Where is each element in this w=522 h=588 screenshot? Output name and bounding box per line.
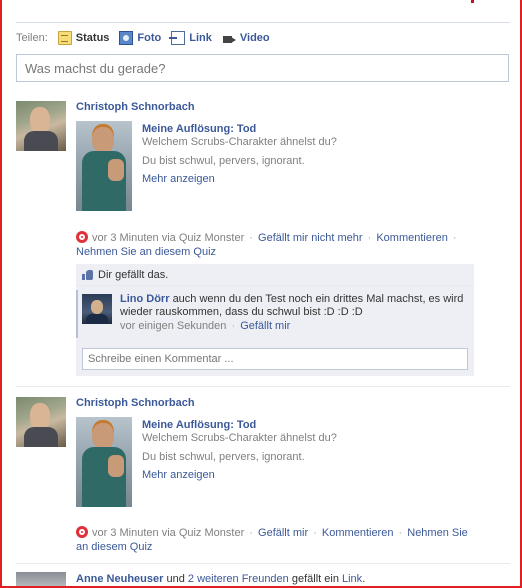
story-time: vor 3 Minuten via Quiz Monster [92, 232, 245, 244]
story-author[interactable]: Christoph Schnorbach [76, 101, 195, 113]
comment-time: vor einigen Sekunden [120, 320, 227, 332]
share-link-label: Link [189, 32, 212, 44]
comment-area: Dir gefällt das. Lino Dörr auch wenn du … [76, 264, 474, 376]
thumbs-up-icon [82, 269, 93, 280]
photo-icon [119, 31, 134, 45]
show-more-link[interactable]: Mehr anzeigen [142, 173, 215, 185]
quiz-monster-icon [76, 526, 88, 538]
attachment-subtitle: Welchem Scrubs-Charakter ähnelst du? [142, 136, 337, 148]
comment-link[interactable]: Kommentieren [322, 527, 394, 539]
story-author[interactable]: Christoph Schnorbach [76, 397, 195, 409]
feed-story: Christoph Schnorbach Meine Auflösung: To… [16, 101, 510, 376]
story-attachment: Meine Auflösung: Tod Welchem Scrubs-Char… [76, 121, 496, 216]
share-bar: Teilen: Status Foto Link Video [16, 30, 280, 46]
story-time: vor 3 Minuten via Quiz Monster [92, 527, 245, 539]
story-author[interactable]: Anne Neuheuser [76, 573, 163, 585]
like-summary-text: Dir gefällt das. [98, 268, 169, 281]
attachment-description: Du bist schwul, pervers, ignorant. [142, 155, 305, 167]
top-divider [16, 22, 510, 23]
story-attachment: Meine Auflösung: Tod Welchem Scrubs-Char… [76, 417, 496, 512]
take-quiz-link[interactable]: Nehmen Sie an diesem Quiz [76, 246, 216, 258]
share-label: Teilen: [16, 32, 48, 44]
red-corner-mark [471, 0, 474, 3]
like-summary: Dir gefällt das. [76, 264, 474, 286]
comment-author[interactable]: Lino Dörr [120, 293, 170, 305]
story-divider [16, 386, 510, 387]
like-link[interactable]: Gefällt mir [258, 527, 308, 539]
attachment-title[interactable]: Meine Auflösung: Tod [142, 419, 256, 431]
avatar[interactable] [16, 397, 66, 447]
attachment-image[interactable] [76, 121, 132, 211]
shared-link[interactable]: Link [342, 573, 362, 585]
share-photo-tab[interactable]: Foto [119, 31, 161, 45]
share-status-label: Status [75, 32, 110, 44]
headline-punctuation: . [362, 573, 366, 585]
share-video-tab[interactable]: Video [222, 31, 270, 45]
avatar[interactable] [16, 101, 66, 151]
attachment-subtitle: Welchem Scrubs-Charakter ähnelst du? [142, 432, 337, 444]
quiz-monster-icon [76, 231, 88, 243]
comment-body: Lino Dörr auch wenn du den Test noch ein… [120, 293, 470, 319]
story-divider [16, 563, 510, 564]
comment-link[interactable]: Kommentieren [376, 232, 448, 244]
status-input[interactable]: Was machst du gerade? [16, 54, 509, 82]
story-headline: Anne Neuheuser und 2 weiteren Freunden g… [76, 573, 365, 585]
link-icon [169, 31, 186, 45]
video-icon [222, 31, 236, 45]
share-status-tab[interactable]: Status [57, 31, 110, 45]
comment-meta: vor einigen Sekunden · Gefällt mir [120, 320, 291, 332]
unlike-link[interactable]: Gefällt mir nicht mehr [258, 232, 363, 244]
share-video-label: Video [239, 32, 270, 44]
headline-text: und [163, 573, 188, 585]
attachment-description: Du bist schwul, pervers, ignorant. [142, 451, 305, 463]
headline-text: gefällt ein [288, 573, 342, 585]
comment: Lino Dörr auch wenn du den Test noch ein… [76, 290, 474, 338]
comment-like-link[interactable]: Gefällt mir [240, 320, 290, 332]
feed-story: Christoph Schnorbach Meine Auflösung: To… [16, 397, 510, 557]
share-link-tab[interactable]: Link [169, 31, 212, 45]
story-meta: vor 3 Minuten via Quiz Monster · Gefällt… [76, 231, 457, 258]
friends-link[interactable]: 2 weiteren Freunden [188, 573, 289, 585]
attachment-image[interactable] [76, 417, 132, 507]
comment-input[interactable]: Schreibe einen Kommentar ... [82, 348, 468, 370]
avatar[interactable] [82, 294, 112, 324]
show-more-link[interactable]: Mehr anzeigen [142, 469, 215, 481]
comment-text: auch wenn du den Test noch ein drittes M… [120, 293, 464, 318]
story-meta: vor 3 Minuten via Quiz Monster · Gefällt… [76, 526, 468, 553]
status-icon [57, 31, 72, 45]
attachment-title[interactable]: Meine Auflösung: Tod [142, 123, 256, 135]
share-photo-label: Foto [137, 32, 162, 44]
